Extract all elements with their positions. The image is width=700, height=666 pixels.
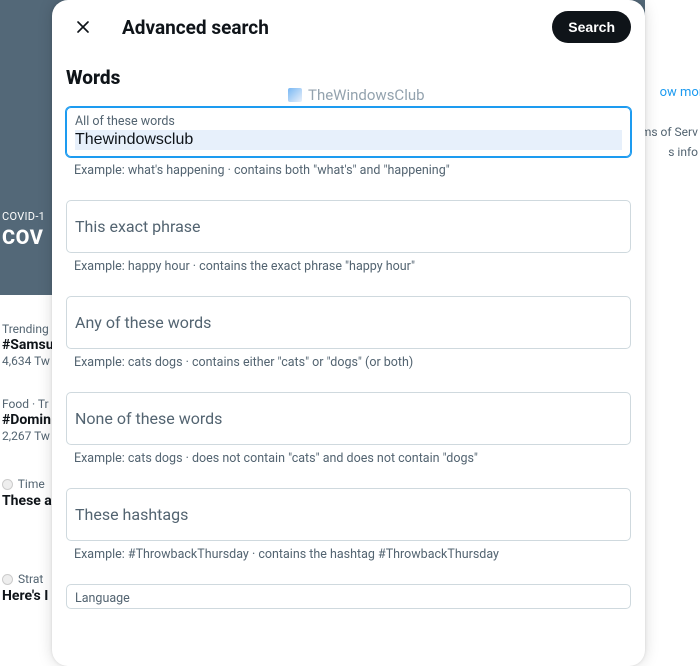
hashtags-input[interactable]: These hashtags (66, 488, 631, 541)
banner-subtitle: COVID-1 (2, 210, 55, 223)
trend-category: Time (2, 477, 55, 491)
trend-item: Time These a (0, 475, 55, 511)
watermark-icon (288, 88, 302, 102)
trend-hashtag: #Samsu (2, 337, 55, 353)
footer-text: ms of Serv (641, 125, 698, 139)
search-button[interactable]: Search (552, 11, 631, 43)
trend-category: Food · Tr (2, 397, 55, 411)
none-words-hint: Example: cats dogs · does not contain "c… (66, 451, 631, 466)
field-all-words: All of these words Example: what's happe… (66, 107, 631, 178)
trend-category: Trending (2, 322, 55, 336)
modal-body[interactable]: Words All of these words Example: what's… (52, 54, 645, 666)
field-hashtags: These hashtags Example: #ThrowbackThursd… (66, 488, 631, 562)
trend-item: Trending #Samsu 4,634 Tw (0, 320, 55, 370)
all-words-label: All of these words (75, 114, 622, 129)
field-none-words: None of these words Example: cats dogs ·… (66, 392, 631, 466)
footer-text: s info (668, 145, 698, 159)
modal-header: Advanced search Search (52, 0, 645, 54)
exact-phrase-input[interactable]: This exact phrase (66, 200, 631, 253)
source-dot-icon (2, 479, 13, 490)
trend-category: Strat (2, 572, 55, 586)
trend-count: 2,267 Tw (2, 429, 55, 443)
any-words-input[interactable]: Any of these words (66, 296, 631, 349)
background-right-col: ow more ms of Serv s info (645, 0, 700, 666)
source-dot-icon (2, 574, 13, 585)
none-words-input[interactable]: None of these words (66, 392, 631, 445)
trend-count: 4,634 Tw (2, 354, 55, 368)
modal-title: Advanced search (122, 16, 530, 39)
exact-phrase-hint: Example: happy hour · contains the exact… (66, 259, 631, 274)
trend-hashtag: #Domin (2, 412, 55, 428)
banner-title: COV (2, 225, 55, 249)
trend-item: Strat Here's I (0, 570, 55, 606)
watermark-text: TheWindowsClub (308, 86, 425, 104)
trend-title: Here's I (2, 588, 55, 604)
background-banner: COVID-1 COV (0, 210, 55, 249)
all-words-input[interactable] (75, 130, 622, 150)
trend-title: These a (2, 493, 55, 509)
show-more-link[interactable]: ow more (660, 85, 700, 100)
all-words-hint: Example: what's happening · contains bot… (66, 163, 631, 178)
watermark: TheWindowsClub (288, 86, 425, 104)
language-label: Language (75, 591, 130, 606)
close-icon (73, 17, 93, 37)
close-button[interactable] (66, 10, 100, 44)
any-words-hint: Example: cats dogs · contains either "ca… (66, 355, 631, 370)
language-select[interactable]: Language (66, 584, 631, 609)
hashtags-hint: Example: #ThrowbackThursday · contains t… (66, 547, 631, 562)
all-words-box[interactable]: All of these words (66, 107, 631, 157)
field-any-words: Any of these words Example: cats dogs · … (66, 296, 631, 370)
trend-item: Food · Tr #Domin 2,267 Tw (0, 395, 55, 445)
field-exact-phrase: This exact phrase Example: happy hour · … (66, 200, 631, 274)
